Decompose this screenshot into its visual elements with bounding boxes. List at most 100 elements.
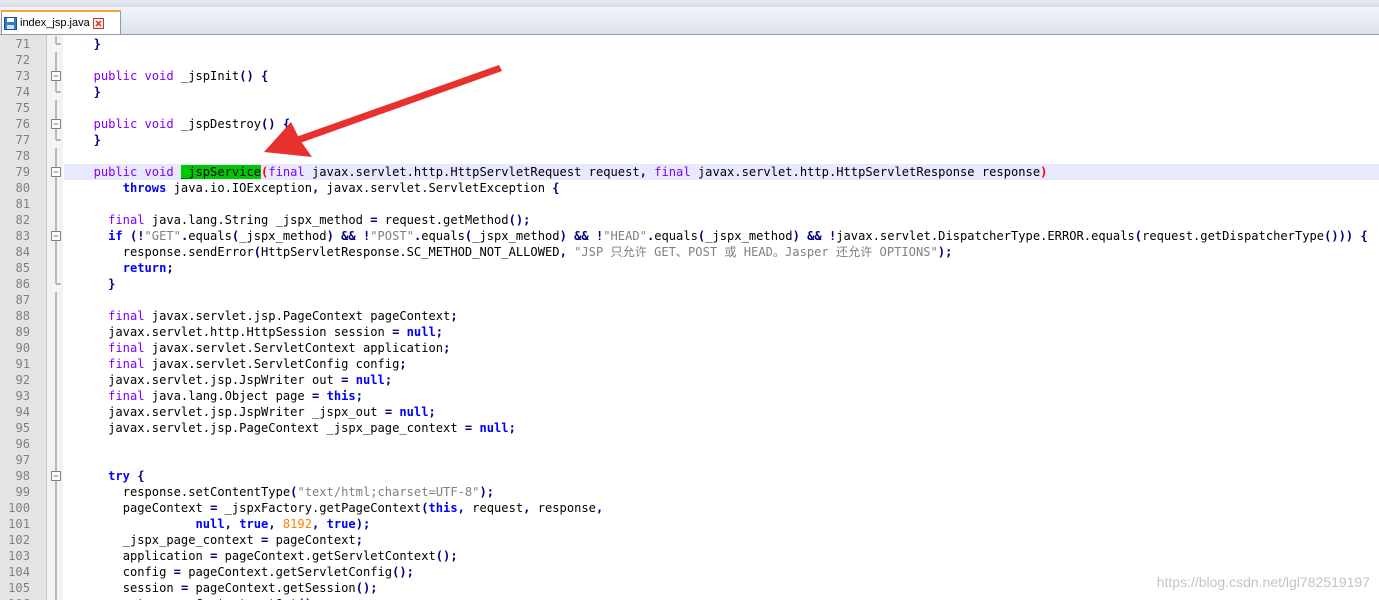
code-token: void (144, 69, 174, 83)
code-line[interactable]: 106 out = pageContext.getOut(); (0, 596, 1379, 600)
code-token: ; (399, 357, 407, 371)
code-line[interactable]: 93 final java.lang.Object page = this; (0, 388, 1379, 404)
code-token: 8192 (282, 517, 312, 531)
close-icon[interactable] (92, 17, 104, 29)
code-line[interactable]: 80 throws java.io.IOException, javax.ser… (0, 180, 1379, 196)
code-token: } (93, 85, 101, 99)
code-line[interactable]: 88 final javax.servlet.jsp.PageContext p… (0, 308, 1379, 324)
fold-guide-line (55, 196, 57, 212)
code-line[interactable]: 78 (0, 148, 1379, 164)
code-token: this (326, 389, 356, 403)
code-line[interactable]: 92 javax.servlet.jsp.JspWriter out = nul… (0, 372, 1379, 388)
line-number: 76 (15, 117, 30, 131)
code-text: final javax.servlet.ServletContext appli… (64, 340, 1379, 356)
code-token: ) (1040, 165, 1048, 179)
code-line[interactable]: 98 try { (0, 468, 1379, 484)
code-token: _jspx_method (239, 229, 327, 243)
code-text: } (64, 84, 1379, 100)
code-line[interactable]: 72 (0, 52, 1379, 68)
fold-guide-line (55, 292, 57, 308)
code-token: HttpServletResponse.SC_METHOD_NOT_ALLOWE… (261, 245, 560, 259)
code-line[interactable]: 100 pageContext = _jspxFactory.getPageCo… (0, 500, 1379, 516)
code-token: ); (355, 517, 371, 531)
code-line[interactable]: 103 application = pageContext.getServlet… (0, 548, 1379, 564)
tab-bar: index_jsp.java (0, 7, 1379, 35)
code-token: { (552, 181, 560, 195)
code-token: javax.servlet.http.HttpServletResponse r… (690, 165, 1041, 179)
fold-end-marker (55, 36, 61, 45)
code-line[interactable]: 90 final javax.servlet.ServletContext ap… (0, 340, 1379, 356)
fold-guide-line (55, 580, 57, 596)
code-line[interactable]: 71 } (0, 36, 1379, 52)
code-token: application (122, 549, 211, 563)
code-line[interactable]: 99 response.setContentType("text/html;ch… (0, 484, 1379, 500)
code-token: ); (479, 485, 495, 499)
fold-guide-line (55, 212, 57, 228)
fold-guide-line (55, 532, 57, 548)
code-line[interactable]: 89 javax.servlet.http.HttpSession sessio… (0, 324, 1379, 340)
line-number: 85 (15, 261, 30, 275)
code-text: null, true, 8192, true); (64, 516, 1379, 532)
code-line[interactable]: 91 final javax.servlet.ServletConfig con… (0, 356, 1379, 372)
code-token: null (195, 517, 225, 531)
fold-collapse-icon[interactable] (49, 228, 63, 244)
fold-guide-line (55, 596, 57, 600)
code-line[interactable]: 81 (0, 196, 1379, 212)
fold-guide-line (55, 484, 57, 500)
line-number: 87 (15, 293, 30, 307)
code-token: , (268, 517, 276, 531)
code-token: ( (253, 245, 262, 259)
selected-text: _jspService (180, 165, 262, 179)
fold-collapse-icon[interactable] (49, 116, 63, 132)
code-line[interactable]: 76 public void _jspDestroy() { (0, 116, 1379, 132)
line-number: 91 (15, 357, 30, 371)
code-token: true (326, 517, 356, 531)
line-number: 79 (15, 165, 30, 179)
line-number: 77 (15, 133, 30, 147)
code-line[interactable]: 94 javax.servlet.jsp.JspWriter _jspx_out… (0, 404, 1379, 420)
code-line[interactable]: 79 public void _jspService(final javax.s… (0, 164, 1379, 180)
code-token: final (268, 165, 305, 179)
code-token: javax.servlet.http.HttpSession session (108, 325, 393, 339)
code-editor[interactable]: 71 } 72 73 public void _jspInit() {74 } 75 7… (0, 35, 1379, 600)
code-token: } (108, 277, 116, 291)
code-token: (); (508, 213, 531, 227)
code-token: javax.servlet.jsp.JspWriter _jspx_out (108, 405, 385, 419)
code-line[interactable]: 85 return; (0, 260, 1379, 276)
fold-collapse-icon[interactable] (49, 468, 63, 484)
fold-collapse-icon[interactable] (49, 164, 63, 180)
code-line[interactable]: 73 public void _jspInit() { (0, 68, 1379, 84)
code-text: } (64, 36, 1379, 52)
code-line[interactable]: 86 } (0, 276, 1379, 292)
code-line[interactable]: 75 (0, 100, 1379, 116)
code-token: null (406, 325, 436, 339)
code-token: (! (129, 229, 145, 243)
code-line[interactable]: 83 if (!"GET".equals(_jspx_method) && !"… (0, 228, 1379, 244)
code-text: javax.servlet.jsp.JspWriter _jspx_out = … (64, 404, 1379, 420)
code-line[interactable]: 74 } (0, 84, 1379, 100)
code-line[interactable]: 102 _jspx_page_context = pageContext; (0, 532, 1379, 548)
tab-index-jsp-java[interactable]: index_jsp.java (1, 10, 121, 34)
code-token: (); (355, 581, 378, 595)
code-line[interactable]: 96 (0, 436, 1379, 452)
code-text: application = pageContext.getServletCont… (64, 548, 1379, 564)
code-line[interactable]: 82 final java.lang.String _jspx_method =… (0, 212, 1379, 228)
code-token: throws (122, 181, 167, 195)
fold-collapse-icon[interactable] (49, 68, 63, 84)
code-line[interactable]: 77 } (0, 132, 1379, 148)
code-token: final (108, 389, 145, 403)
code-token: "GET" (144, 229, 181, 243)
code-token: () (239, 69, 254, 83)
code-line[interactable]: 95 javax.servlet.jsp.PageContext _jspx_p… (0, 420, 1379, 436)
code-token: java.lang.Object page (144, 389, 312, 403)
code-line[interactable]: 84 response.sendError(HttpServletRespons… (0, 244, 1379, 260)
code-line[interactable]: 97 (0, 452, 1379, 468)
code-line[interactable]: 87 (0, 292, 1379, 308)
code-token: try (108, 469, 130, 483)
code-line[interactable]: 101 null, true, 8192, true); (0, 516, 1379, 532)
